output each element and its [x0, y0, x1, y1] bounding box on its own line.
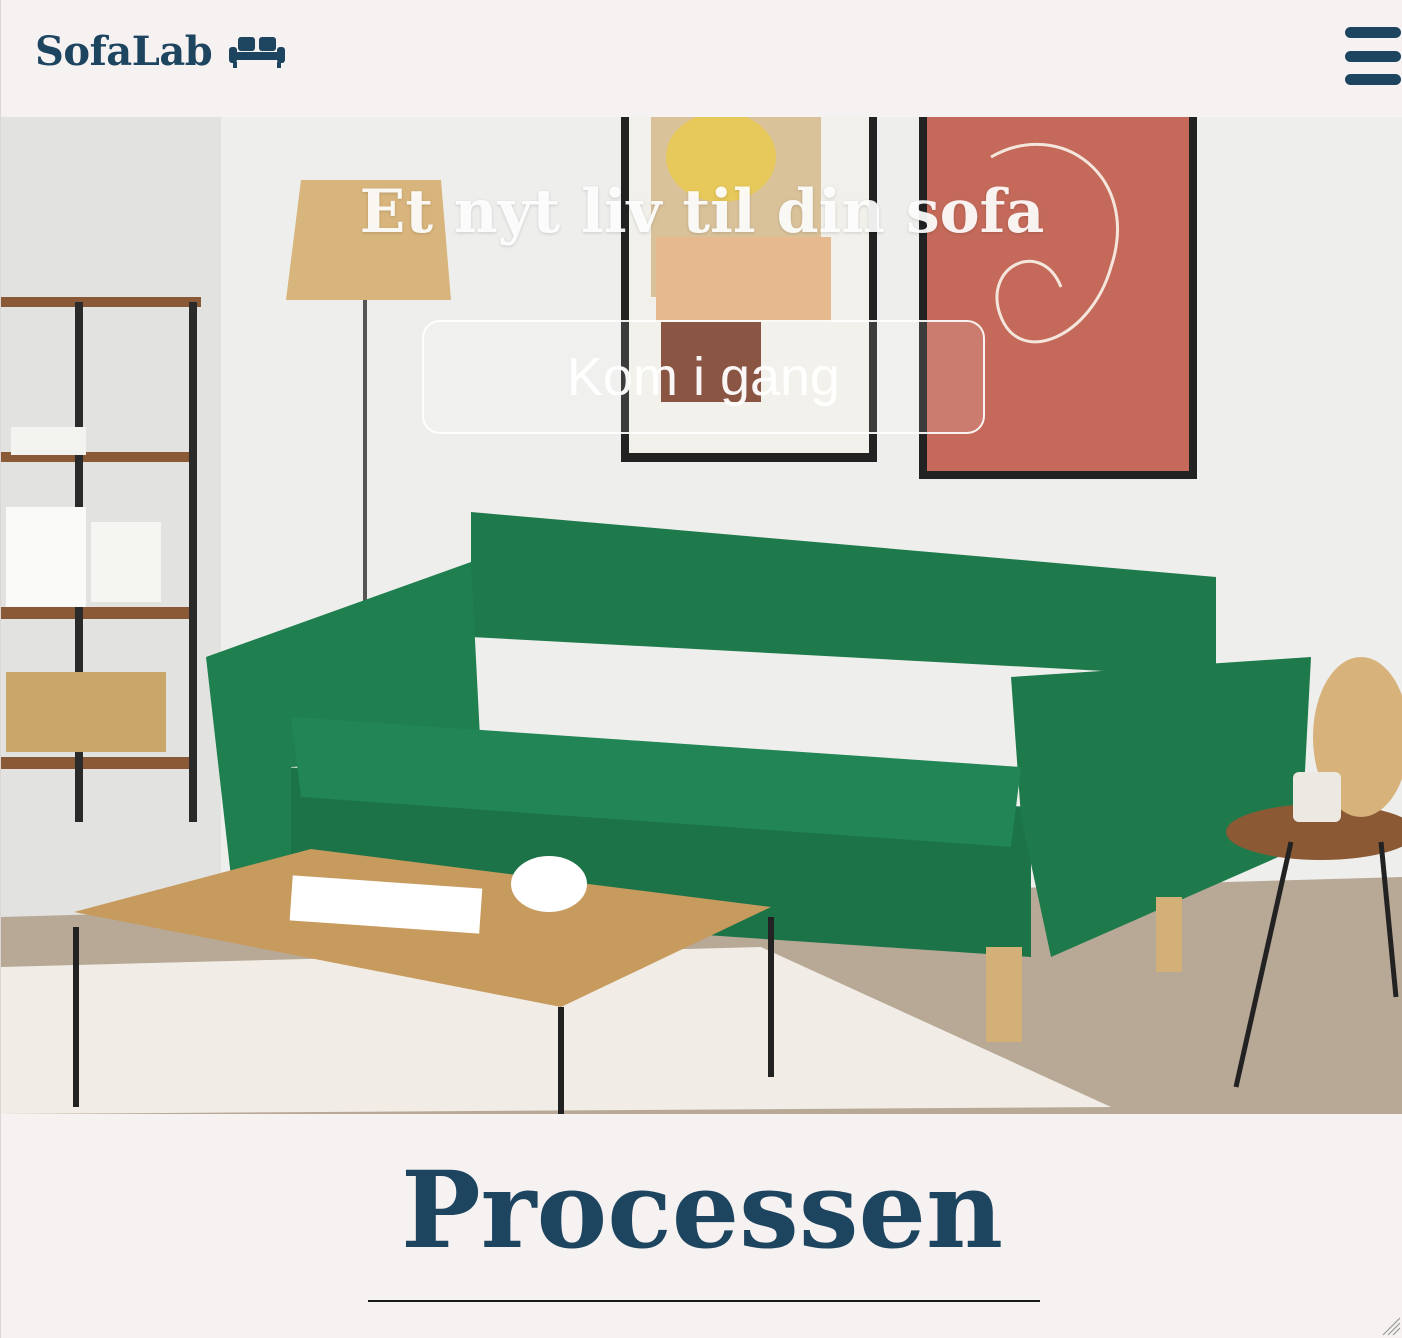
menu-bar-bottom — [1345, 74, 1401, 85]
menu-bar-middle — [1345, 50, 1401, 62]
brand-name: SofaLab — [35, 28, 213, 75]
hero-section: Et nyt liv til din sofa Kom i gang — [1, 117, 1402, 1114]
site-header: SofaLab — [1, 0, 1402, 117]
get-started-button[interactable]: Kom i gang — [422, 320, 985, 434]
process-title: Processen — [400, 1147, 1004, 1272]
section-divider — [368, 1300, 1040, 1302]
brand-logo-link[interactable]: SofaLab — [35, 28, 286, 75]
hero-image — [1, 117, 1402, 1114]
hamburger-menu-icon[interactable] — [1345, 27, 1402, 85]
menu-bar-top — [1345, 27, 1401, 38]
sofa-icon — [229, 36, 286, 68]
hero-title: Et nyt liv til din sofa — [359, 177, 1045, 247]
process-section: Processen — [1, 1114, 1402, 1338]
resize-grip-icon[interactable] — [1379, 1314, 1401, 1336]
page: SofaLab Et nyt liv til din sofa Kom i ga… — [0, 0, 1402, 1338]
